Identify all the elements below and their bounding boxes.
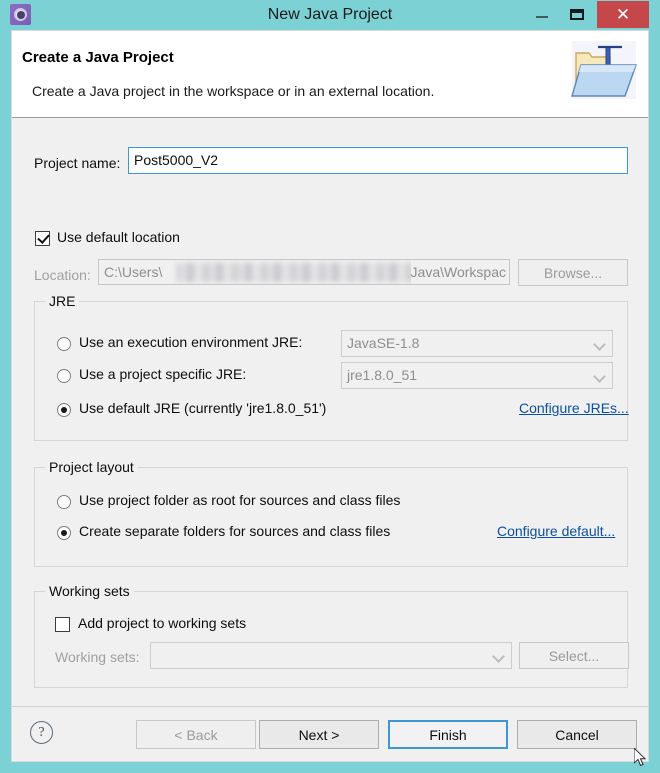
use-default-location-checkbox[interactable]	[35, 231, 50, 246]
minimize-icon	[536, 16, 548, 18]
chevron-down-icon	[494, 652, 503, 661]
jre-group: JRE Use an execution environment JRE: Ja…	[34, 293, 629, 441]
window-title: New Java Project	[267, 6, 393, 23]
dialog-button-bar: ? < Back Next > Finish Cancel	[12, 706, 648, 761]
title-bar[interactable]: New Java Project ✕	[0, 0, 660, 30]
chevron-down-icon	[595, 372, 604, 381]
project-layout-group: Project layout Use project folder as roo…	[34, 459, 628, 567]
add-to-working-sets-label: Add project to working sets	[78, 615, 247, 631]
cancel-button[interactable]: Cancel	[517, 720, 637, 749]
add-to-working-sets-checkbox[interactable]	[55, 617, 70, 632]
dialog-body: Create a Java Project Create a Java proj…	[11, 30, 649, 762]
help-icon[interactable]: ?	[30, 721, 53, 744]
project-name-label: Project name:	[34, 155, 121, 171]
working-sets-group-title: Working sets	[45, 583, 134, 599]
close-icon: ✕	[615, 5, 631, 24]
radio-separate-folders-label: Create separate folders for sources and …	[79, 523, 391, 539]
location-label: Location:	[34, 267, 91, 283]
page-description: Create a Java project in the workspace o…	[32, 83, 435, 99]
dialog-window: New Java Project ✕ Create a Java Project…	[0, 0, 660, 773]
location-value-prefix: C:\Users\	[104, 264, 163, 280]
wizard-content: Project name: Post5000_V2 Use default lo…	[12, 119, 648, 706]
page-title: Create a Java Project	[22, 49, 174, 66]
location-input: C:\Users\ Java\Workspac	[98, 259, 510, 285]
project-layout-group-title: Project layout	[45, 459, 138, 475]
radio-project-specific-jre-label: Use a project specific JRE:	[79, 366, 247, 382]
wizard-header: Create a Java Project Create a Java proj…	[12, 31, 648, 118]
project-specific-jre-combo[interactable]: jre1.8.0_51	[341, 362, 613, 389]
java-project-folder-icon	[571, 41, 637, 99]
jre-group-title: JRE	[45, 293, 80, 309]
execution-environment-combo-value: JavaSE-1.8	[347, 335, 420, 351]
radio-project-specific-jre[interactable]	[57, 369, 71, 383]
use-default-location-label: Use default location	[57, 229, 180, 245]
location-value-suffix: Java\Workspac	[410, 260, 506, 284]
select-working-sets-button[interactable]: Select...	[519, 642, 629, 669]
maximize-icon	[570, 9, 584, 20]
radio-default-jre-label: Use default JRE (currently 'jre1.8.0_51'…	[79, 400, 327, 416]
project-specific-jre-combo-value: jre1.8.0_51	[347, 367, 418, 383]
radio-project-folder-root[interactable]	[57, 495, 71, 509]
execution-environment-combo[interactable]: JavaSE-1.8	[341, 330, 613, 357]
chevron-down-icon	[595, 340, 604, 349]
next-button[interactable]: Next >	[259, 720, 379, 749]
back-button[interactable]: < Back	[136, 720, 256, 749]
minimize-button[interactable]	[527, 0, 557, 29]
radio-execution-environment-jre[interactable]	[57, 337, 71, 351]
working-sets-combo-label: Working sets:	[55, 649, 140, 665]
project-name-input[interactable]: Post5000_V2	[128, 147, 628, 174]
maximize-button[interactable]	[562, 0, 592, 29]
radio-execution-environment-jre-label: Use an execution environment JRE:	[79, 334, 303, 350]
radio-separate-folders[interactable]	[57, 526, 71, 540]
radio-project-folder-root-label: Use project folder as root for sources a…	[79, 492, 401, 508]
configure-jres-link[interactable]: Configure JREs...	[519, 400, 629, 416]
configure-default-link[interactable]: Configure default...	[497, 523, 615, 539]
finish-button[interactable]: Finish	[388, 720, 508, 749]
working-sets-group: Working sets Add project to working sets…	[34, 583, 629, 688]
radio-default-jre[interactable]	[57, 403, 71, 417]
working-sets-combo[interactable]	[150, 642, 512, 669]
close-button[interactable]: ✕	[597, 1, 649, 28]
browse-button[interactable]: Browse...	[518, 259, 628, 286]
